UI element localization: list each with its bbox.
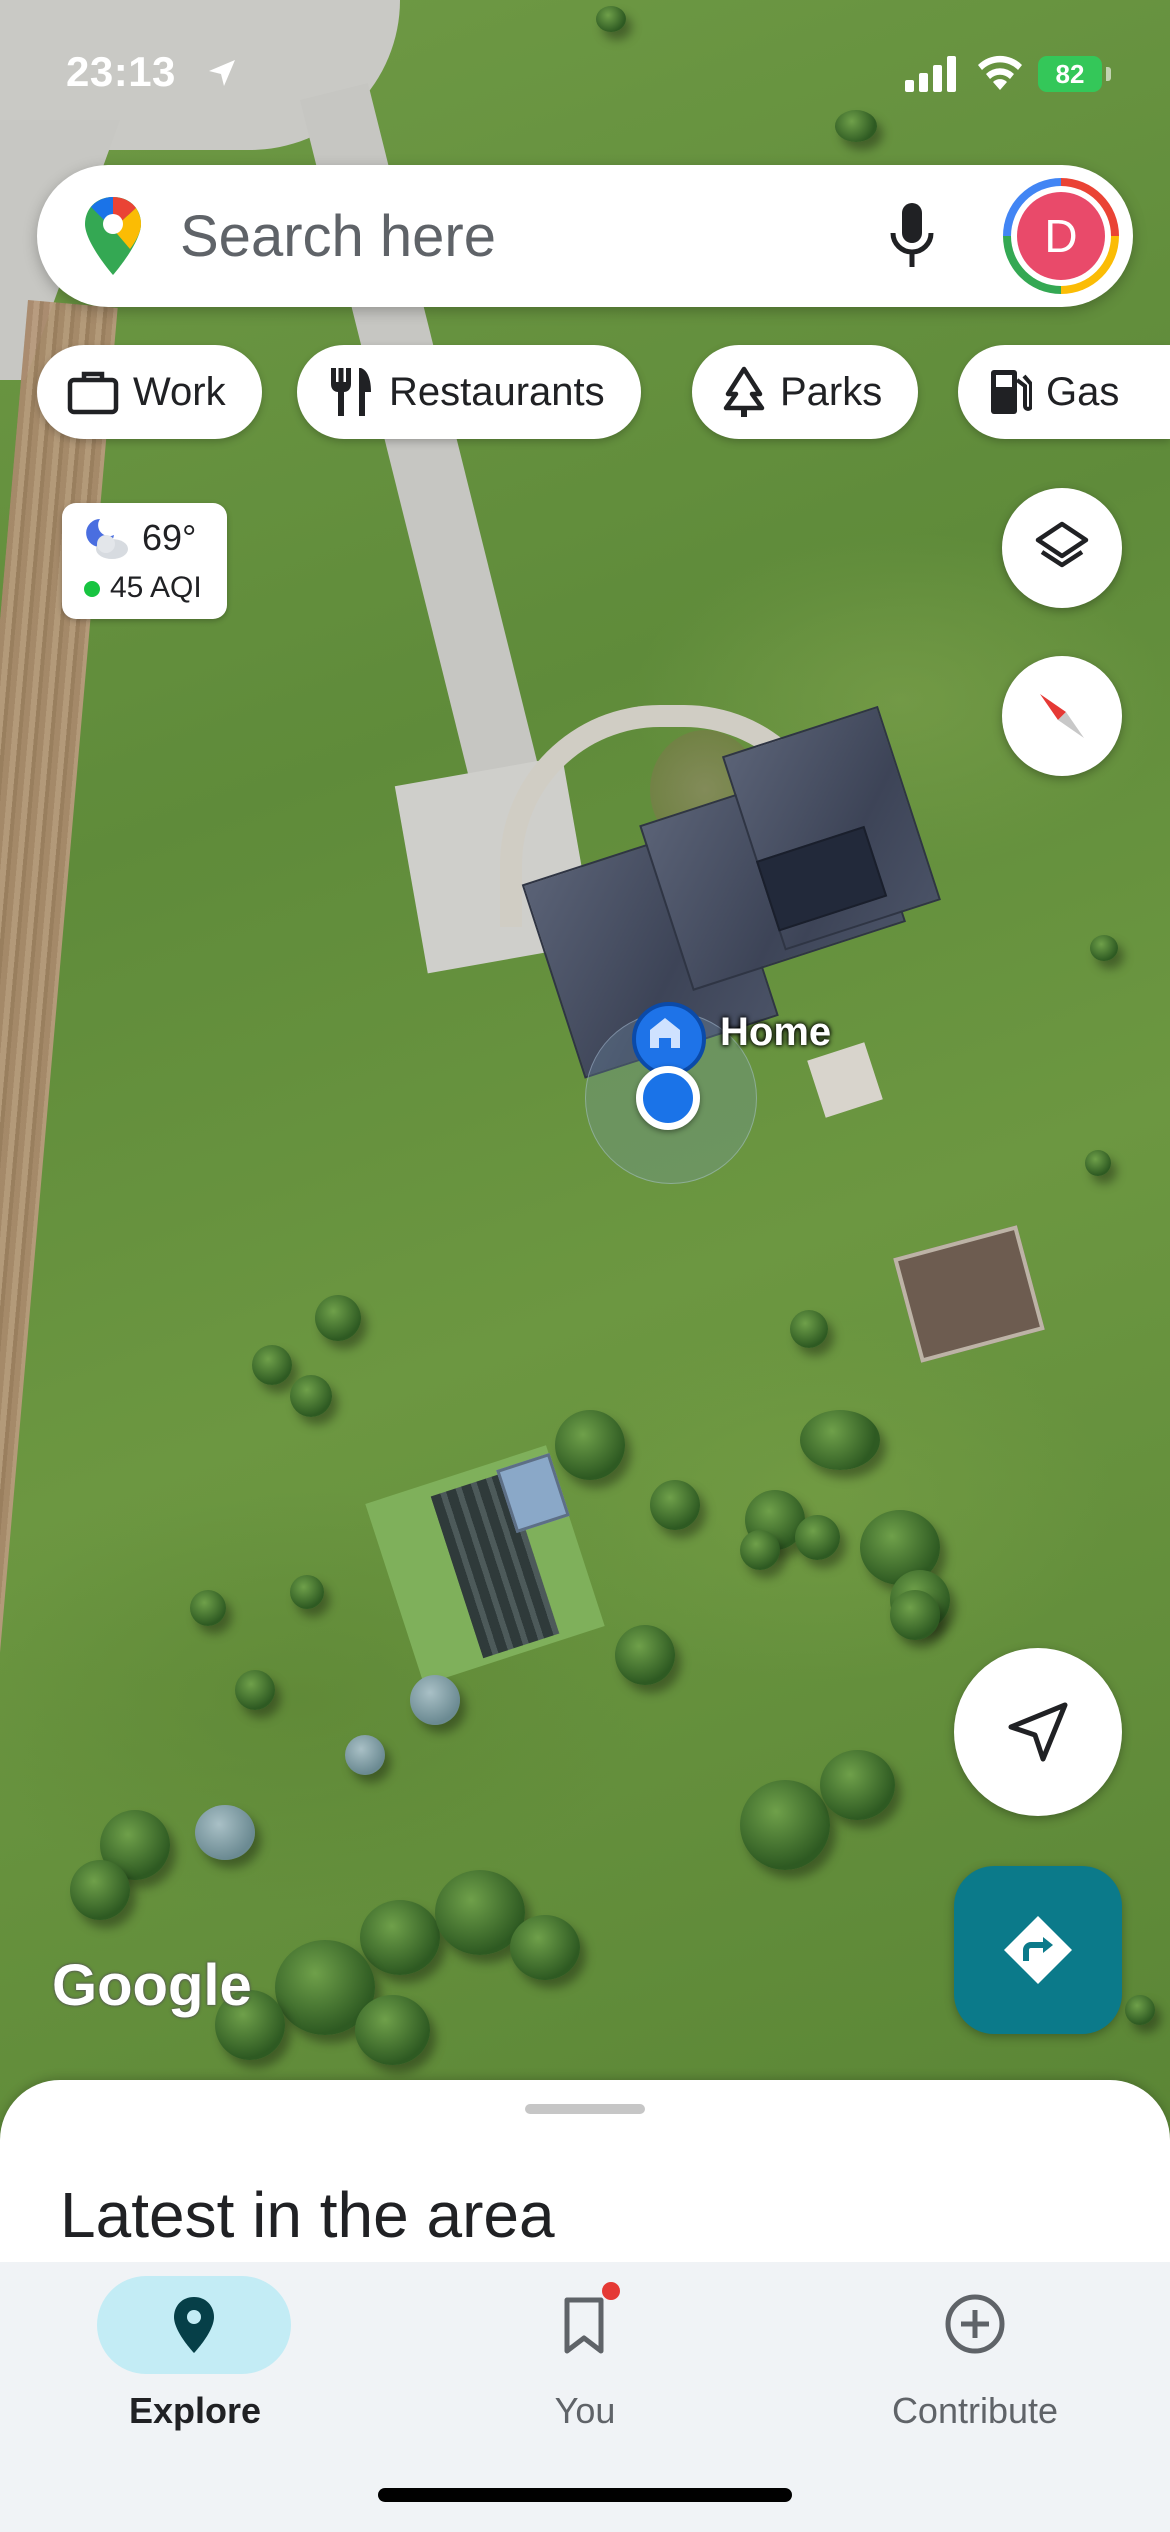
- playset: [893, 1225, 1045, 1363]
- tree: [290, 1375, 332, 1417]
- tree: [290, 1575, 324, 1609]
- layers-button[interactable]: [1002, 488, 1122, 608]
- notification-dot: [600, 2280, 622, 2302]
- weather-widget[interactable]: 69° 45 AQI: [62, 503, 227, 619]
- chip-label: Work: [133, 369, 226, 414]
- tree: [190, 1590, 226, 1626]
- nav-label-explore: Explore: [128, 2390, 262, 2431]
- battery-cap: [1106, 67, 1111, 81]
- tree: [235, 1670, 275, 1710]
- tree: [615, 1625, 675, 1685]
- chip-label: Gas: [1046, 369, 1120, 414]
- home-icon: [650, 1018, 680, 1048]
- nav-contribute[interactable]: Contribute: [780, 2262, 1170, 2462]
- compass-icon: [1040, 694, 1084, 738]
- tree: [650, 1480, 700, 1530]
- tree: [360, 1900, 440, 1975]
- bookmark-icon: [564, 2297, 604, 2354]
- avatar-initial: D: [1017, 192, 1105, 280]
- tree: [800, 1410, 880, 1470]
- briefcase-icon: [67, 371, 119, 415]
- microphone-icon[interactable]: [885, 199, 939, 273]
- layers-icon: [1035, 521, 1089, 568]
- tree: [510, 1915, 580, 1980]
- tree: [1090, 935, 1118, 961]
- tree: [410, 1675, 460, 1725]
- status-bar: 23:13 82: [0, 38, 1170, 110]
- google-attribution: Google: [52, 1953, 252, 2018]
- chip-work[interactable]: Work: [37, 345, 262, 439]
- search-bar[interactable]: Search here D: [37, 165, 1133, 307]
- battery-indicator: 82: [1038, 56, 1102, 92]
- google-maps-logo-icon: [85, 197, 141, 275]
- moon-cloud-icon: [86, 519, 128, 559]
- air-quality-index: 45 AQI: [110, 571, 202, 604]
- tree: [596, 6, 626, 32]
- nav-explore[interactable]: Explore: [0, 2262, 390, 2462]
- chip-parks[interactable]: Parks: [692, 345, 919, 439]
- home-pin[interactable]: [632, 1002, 706, 1076]
- tree: [795, 1515, 840, 1560]
- directions-button[interactable]: [954, 1866, 1122, 2034]
- compass-button[interactable]: [1002, 656, 1122, 776]
- tree: [1125, 1995, 1155, 2025]
- tree: [355, 1995, 430, 2065]
- tree: [345, 1735, 385, 1775]
- chip-gas[interactable]: Gas: [958, 345, 1170, 439]
- tree: [835, 110, 877, 142]
- nav-label-contribute: Contribute: [891, 2390, 1059, 2431]
- nav-label-you: You: [554, 2390, 616, 2431]
- pin-icon: [174, 2297, 214, 2353]
- search-input[interactable]: Search here: [180, 203, 496, 270]
- tree: [740, 1780, 830, 1870]
- tree: [890, 1590, 940, 1640]
- tree: [195, 1805, 255, 1860]
- home-label[interactable]: Home: [720, 1010, 831, 1055]
- temperature: 69°: [142, 517, 197, 558]
- location-arrow-icon: [209, 60, 235, 86]
- my-location-button[interactable]: [954, 1648, 1122, 1816]
- chip-restaurants[interactable]: Restaurants: [297, 345, 641, 439]
- tree: [790, 1310, 828, 1348]
- status-time: 23:13: [66, 48, 176, 95]
- tree: [1085, 1150, 1111, 1176]
- account-avatar[interactable]: D: [1003, 178, 1119, 294]
- cellular-signal-icon: [905, 56, 956, 92]
- tree: [70, 1860, 130, 1920]
- chip-label: Parks: [780, 369, 883, 414]
- tree: [740, 1530, 780, 1570]
- sheet-drag-handle[interactable]: [525, 2104, 645, 2114]
- current-location-dot: [636, 1066, 700, 1130]
- battery-level: 82: [1055, 59, 1085, 89]
- tree: [820, 1750, 895, 1820]
- directions-icon: [1004, 1916, 1072, 1984]
- navigation-arrow-icon: [1008, 1702, 1068, 1762]
- plus-circle-icon: [945, 2294, 1005, 2354]
- tree-icon: [723, 366, 765, 417]
- home-indicator: [378, 2488, 792, 2502]
- sheet-title: Latest in the area: [60, 2179, 555, 2251]
- nav-you[interactable]: You: [390, 2262, 780, 2462]
- tree: [555, 1410, 625, 1480]
- chip-label: Restaurants: [389, 369, 605, 414]
- gas-pump-icon: [991, 370, 1032, 414]
- tree: [315, 1295, 361, 1341]
- aqi-status-dot: [84, 581, 100, 597]
- fork-knife-icon: [331, 368, 371, 416]
- tree: [252, 1345, 292, 1385]
- wifi-icon: [978, 55, 1022, 90]
